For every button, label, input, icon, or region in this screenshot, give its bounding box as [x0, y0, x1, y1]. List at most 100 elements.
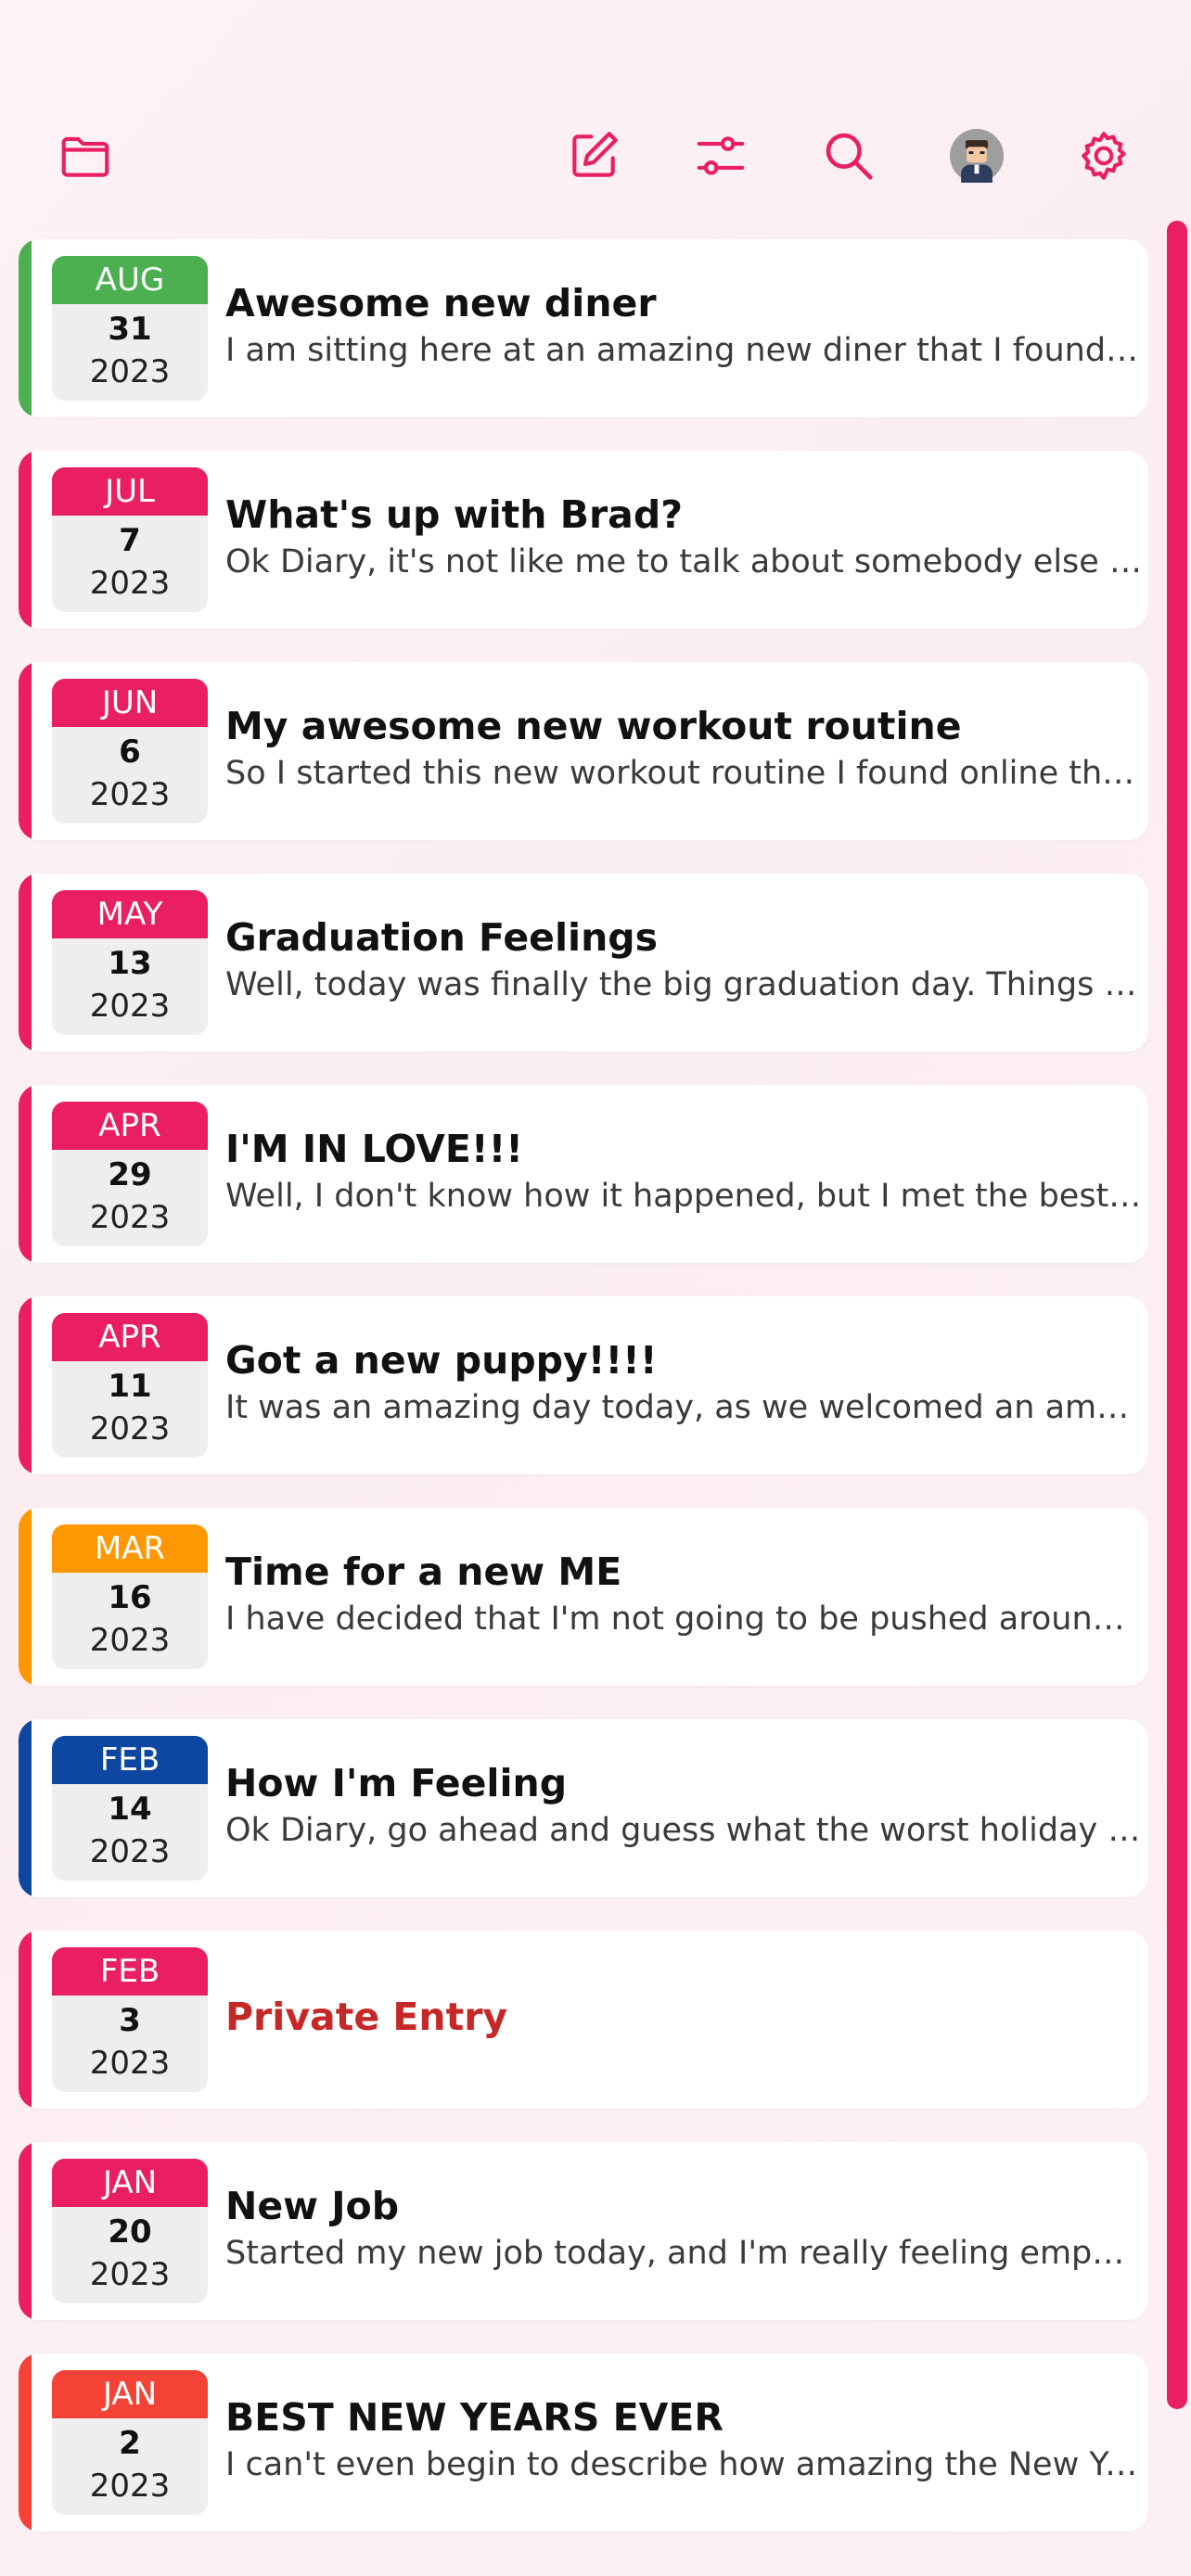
profile-button[interactable] — [940, 119, 1014, 193]
date-day: 13 — [108, 945, 152, 982]
edit-icon — [572, 132, 618, 177]
entry-snippet: I am sitting here at an amazing new dine… — [225, 332, 1143, 369]
scrollbar-thumb[interactable] — [1167, 221, 1187, 2409]
entry-color-stripe — [19, 239, 32, 417]
entry-title: My awesome new workout routine — [225, 704, 962, 748]
entry-text: How I'm Feeling Ok Diary, go ahead and gu… — [225, 1760, 1143, 1853]
filter-sliders-icon — [697, 136, 745, 175]
search-icon — [826, 133, 873, 180]
entry-snippet: Ok Diary, go ahead and guess what the wo… — [225, 1812, 1143, 1849]
date-day: 11 — [108, 1368, 152, 1405]
entry-card[interactable]: MAR 16 2023 Time for a new ME I have decided… — [19, 1508, 1148, 1686]
entry-snippet: So I started this new workout routine I … — [225, 755, 1143, 792]
entry-title: BEST NEW YEARS EVER — [225, 2395, 724, 2440]
date-year: 2023 — [89, 1410, 171, 1447]
entry-snippet: Ok Diary, it's not like me to talk about… — [225, 543, 1143, 580]
date-day: 31 — [108, 311, 152, 348]
entry-snippet: Well, I don't know how it happened, but … — [225, 1178, 1143, 1215]
date-month: JAN — [52, 2159, 208, 2207]
entry-color-stripe — [19, 1296, 32, 1474]
date-month: JUL — [52, 467, 208, 516]
entry-title: Awesome new diner — [225, 281, 657, 325]
toolbar — [0, 0, 1191, 223]
date-badge: MAY 13 2023 — [52, 890, 208, 1035]
entry-title: I'M IN LOVE!!! — [225, 1127, 523, 1171]
date-month: JUN — [52, 679, 208, 727]
entry-card[interactable]: FEB 14 2023 How I'm Feeling Ok Diary, go ahe… — [19, 1719, 1148, 1897]
settings-button[interactable] — [1067, 119, 1141, 193]
entry-text: What's up with Brad? Ok Diary, it's not l… — [225, 491, 1143, 584]
date-month: AUG — [52, 256, 208, 304]
entry-color-stripe — [19, 874, 32, 1052]
entry-card[interactable]: APR 29 2023 I'M IN LOVE!!! Well, I don't kno… — [19, 1085, 1148, 1263]
date-year: 2023 — [89, 1199, 171, 1236]
entry-card[interactable]: FEB 3 2023 Private Entry — [19, 1931, 1148, 2109]
date-day: 3 — [119, 2002, 141, 2039]
entry-color-stripe — [19, 451, 32, 629]
entry-title: Got a new puppy!!!! — [225, 1338, 658, 1383]
entry-title: Private Entry — [225, 1995, 508, 2039]
date-year: 2023 — [89, 2256, 171, 2293]
entry-text: Private Entry — [225, 1994, 1143, 2040]
date-badge: JUN 6 2023 — [52, 679, 208, 823]
entry-text: BEST NEW YEARS EVER I can't even begin to… — [225, 2394, 1143, 2487]
entry-title: New Job — [225, 2184, 400, 2228]
entry-title: Time for a new ME — [225, 1549, 622, 1594]
date-badge: MAR 16 2023 — [52, 1524, 208, 1669]
date-year: 2023 — [89, 2045, 171, 2082]
date-badge: FEB 14 2023 — [52, 1736, 208, 1881]
entry-text: My awesome new workout routine So I start… — [225, 703, 1143, 796]
entry-snippet: I can't even begin to describe how amazi… — [225, 2446, 1143, 2483]
date-year: 2023 — [89, 565, 171, 602]
folder-button[interactable] — [48, 119, 122, 193]
entry-card[interactable]: JUL 7 2023 What's up with Brad? Ok Diary, it… — [19, 451, 1148, 629]
filter-button[interactable] — [684, 119, 758, 193]
entry-color-stripe — [19, 2142, 32, 2320]
date-day: 14 — [108, 1791, 152, 1828]
entry-card[interactable]: APR 11 2023 Got a new puppy!!!! It was an am… — [19, 1296, 1148, 1474]
entry-color-stripe — [19, 1508, 32, 1686]
date-day: 20 — [108, 2213, 152, 2251]
entry-card[interactable]: AUG 31 2023 Awesome new diner I am sitting h… — [19, 239, 1148, 417]
date-year: 2023 — [89, 2468, 171, 2505]
entry-color-stripe — [19, 1931, 32, 2109]
entry-text: Graduation Feelings Well, today was final… — [225, 914, 1143, 1007]
entry-color-stripe — [19, 1719, 32, 1897]
entry-color-stripe — [19, 1085, 32, 1263]
entry-color-stripe — [19, 2353, 32, 2531]
entry-text: Awesome new diner I am sitting here at an… — [225, 280, 1143, 373]
entry-snippet: Started my new job today, and I'm really… — [225, 2235, 1143, 2272]
date-year: 2023 — [89, 353, 171, 390]
gear-icon — [1082, 132, 1126, 180]
date-badge: FEB 3 2023 — [52, 1947, 208, 2092]
search-button[interactable] — [812, 119, 886, 193]
entry-snippet: I have decided that I'm not going to be … — [225, 1600, 1143, 1638]
entry-card[interactable]: MAY 13 2023 Graduation Feelings Well, today … — [19, 874, 1148, 1052]
entry-text: Time for a new ME I have decided that I'm… — [225, 1549, 1143, 1641]
date-year: 2023 — [89, 776, 171, 813]
entry-snippet: It was an amazing day today, as we welco… — [225, 1389, 1143, 1426]
entry-card[interactable]: JAN 20 2023 New Job Started my new job today… — [19, 2142, 1148, 2320]
entry-text: New Job Started my new job today, and I'm… — [225, 2183, 1143, 2276]
entry-color-stripe — [19, 662, 32, 840]
avatar — [950, 129, 1004, 183]
date-day: 2 — [119, 2425, 141, 2462]
new-entry-button[interactable] — [557, 119, 631, 193]
date-month: APR — [52, 1313, 208, 1361]
date-month: MAY — [52, 890, 208, 938]
date-month: APR — [52, 1102, 208, 1150]
entry-card[interactable]: JAN 2 2023 BEST NEW YEARS EVER I can't even … — [19, 2353, 1148, 2531]
date-day: 29 — [108, 1156, 152, 1193]
date-badge: JAN 20 2023 — [52, 2159, 208, 2303]
date-day: 16 — [108, 1579, 152, 1616]
date-month: FEB — [52, 1947, 208, 1996]
date-badge: JUL 7 2023 — [52, 467, 208, 612]
date-day: 6 — [119, 733, 141, 771]
date-year: 2023 — [89, 1833, 171, 1870]
entry-card[interactable]: JUN 6 2023 My awesome new workout routine So… — [19, 662, 1148, 840]
date-day: 7 — [119, 522, 141, 559]
entry-text: I'M IN LOVE!!! Well, I don't know how it … — [225, 1126, 1143, 1218]
entry-text: Got a new puppy!!!! It was an amazing day… — [225, 1337, 1143, 1430]
date-badge: APR 11 2023 — [52, 1313, 208, 1458]
date-badge: APR 29 2023 — [52, 1102, 208, 1246]
